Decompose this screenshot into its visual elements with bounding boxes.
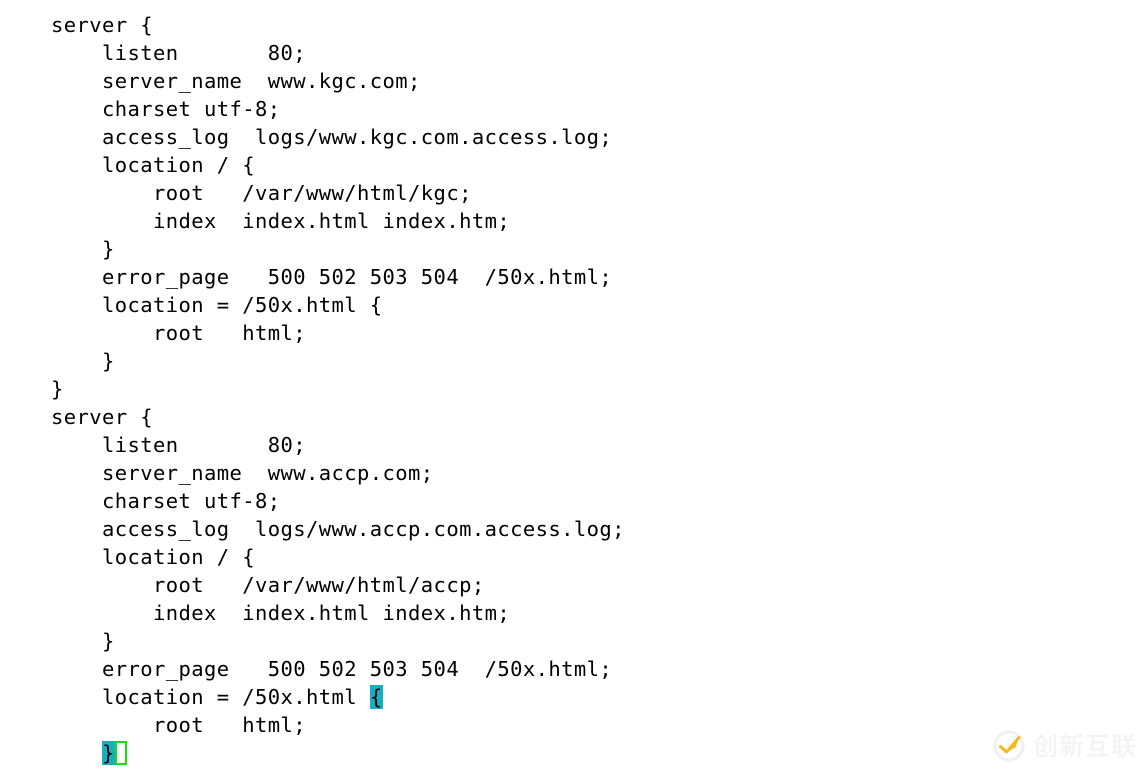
code-line: location = /50x.html { (51, 291, 1145, 319)
code-text: access_log logs/www.accp.com.access.log; (51, 517, 625, 541)
code-text: charset utf-8; (51, 97, 281, 121)
code-line: } (51, 739, 1145, 767)
code-line: } (51, 235, 1145, 263)
code-line: location = /50x.html { (51, 683, 1145, 711)
code-line: root html; (51, 319, 1145, 347)
code-line: root html; (51, 711, 1145, 739)
code-text: server { (51, 13, 154, 37)
code-text: listen 80; (51, 41, 307, 65)
code-line: listen 80; (51, 39, 1145, 67)
code-line: location / { (51, 543, 1145, 571)
code-text: index index.html index.htm; (51, 601, 511, 625)
code-line: error_page 500 502 503 504 /50x.html; (51, 655, 1145, 683)
code-line: } (51, 627, 1145, 655)
code-line: location / { (51, 151, 1145, 179)
code-text: error_page 500 502 503 504 /50x.html; (51, 265, 613, 289)
code-text: root /var/www/html/kgc; (51, 181, 472, 205)
highlighted-brace: } (102, 741, 115, 765)
code-text: charset utf-8; (51, 489, 281, 513)
code-line: } (51, 347, 1145, 375)
code-text: } (51, 629, 115, 653)
code-line: } (51, 375, 1145, 403)
code-text: } (51, 237, 115, 261)
code-text: index index.html index.htm; (51, 209, 511, 233)
code-line: server { (51, 11, 1145, 39)
code-text: location = /50x.html (51, 685, 370, 709)
code-text: error_page 500 502 503 504 /50x.html; (51, 657, 613, 681)
code-line: error_page 500 502 503 504 /50x.html; (51, 263, 1145, 291)
code-line: server_name www.kgc.com; (51, 67, 1145, 95)
code-text: location / { (51, 153, 256, 177)
code-text: location = /50x.html { (51, 293, 383, 317)
code-text: server { (51, 405, 154, 429)
code-line: charset utf-8; (51, 95, 1145, 123)
code-line: access_log logs/www.accp.com.access.log; (51, 515, 1145, 543)
code-text: server_name www.kgc.com; (51, 69, 421, 93)
code-line: access_log logs/www.kgc.com.access.log; (51, 123, 1145, 151)
code-line: root /var/www/html/kgc; (51, 179, 1145, 207)
code-editor-view[interactable]: server { listen 80; server_name www.kgc.… (0, 0, 1145, 771)
code-text: server_name www.accp.com; (51, 461, 434, 485)
code-text: root /var/www/html/accp; (51, 573, 485, 597)
code-line: index index.html index.htm; (51, 599, 1145, 627)
code-line: root /var/www/html/accp; (51, 571, 1145, 599)
code-line: charset utf-8; (51, 487, 1145, 515)
code-text: root html; (51, 321, 307, 345)
highlighted-brace: { (369, 685, 383, 709)
code-line: server { (51, 403, 1145, 431)
code-line: listen 80; (51, 431, 1145, 459)
code-text: listen 80; (51, 433, 307, 457)
code-text: access_log logs/www.kgc.com.access.log; (51, 125, 613, 149)
text-cursor (114, 741, 127, 765)
code-text: } (51, 377, 64, 401)
code-text: root html; (51, 713, 307, 737)
code-line: index index.html index.htm; (51, 207, 1145, 235)
code-text: location / { (51, 545, 256, 569)
code-line: server_name www.accp.com; (51, 459, 1145, 487)
code-text: } (51, 349, 115, 373)
